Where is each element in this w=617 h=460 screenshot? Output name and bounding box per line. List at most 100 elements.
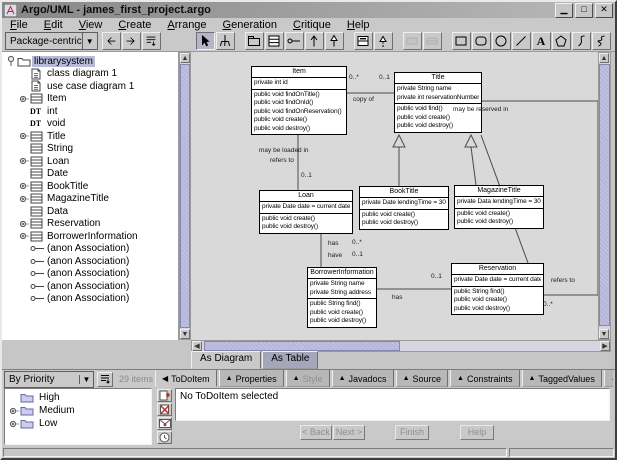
flat-view-button[interactable] — [97, 372, 113, 387]
composition-tool[interactable] — [423, 32, 442, 50]
tab-todoitem[interactable]: ◀ToDoItem — [155, 370, 217, 387]
dependency-tool[interactable] — [305, 32, 324, 50]
diagram-vertical-scrollbar[interactable]: ▲▼ — [598, 52, 611, 340]
tree-item-int[interactable]: DTint — [2, 105, 178, 118]
collapsed-handle-icon[interactable] — [18, 193, 30, 205]
rounded-rectangle-tool[interactable] — [472, 32, 491, 50]
tab-properties[interactable]: ▲Properties — [219, 370, 284, 387]
tab-javadocs[interactable]: ▲Javadocs — [332, 370, 394, 387]
uml-class-loan[interactable]: Loanprivate Date date = current datepubl… — [259, 190, 353, 234]
finish-button[interactable]: Finish — [395, 425, 429, 440]
menu-critique[interactable]: Critique — [285, 19, 339, 31]
perspective-config-icon[interactable] — [142, 32, 161, 50]
next-button[interactable]: Next > — [333, 425, 365, 440]
scribble-tool[interactable] — [592, 32, 611, 50]
collapsed-handle-icon[interactable] — [18, 130, 30, 142]
menu-help[interactable]: Help — [339, 19, 378, 31]
tree-item--anon-association-[interactable]: (anon Association) — [2, 255, 178, 268]
collapsed-handle-icon[interactable] — [18, 218, 30, 230]
uml-class-booktitle[interactable]: BookTitleprivate Date lendingTime = 30pu… — [359, 186, 449, 230]
tab-as-diagram[interactable]: As Diagram — [191, 351, 261, 369]
tree-item-loan[interactable]: Loan — [2, 155, 178, 168]
explorer-scrollbar[interactable]: ▲▼ — [179, 52, 191, 340]
circle-tool[interactable] — [492, 32, 511, 50]
forward-icon[interactable] — [122, 32, 141, 50]
expanded-handle-icon[interactable] — [5, 55, 17, 67]
uml-class-title[interactable]: Titleprivate String nameprivate int rese… — [394, 72, 482, 133]
menu-arrange[interactable]: Arrange — [159, 19, 214, 31]
tree-item-title[interactable]: Title — [2, 130, 178, 143]
tree-item-class-diagram-1[interactable]: class diagram 1 — [2, 68, 178, 81]
generalization-tool[interactable] — [325, 32, 344, 50]
tree-item-item[interactable]: Item — [2, 93, 178, 106]
tree-item--anon-association-[interactable]: (anon Association) — [2, 280, 178, 293]
resolve-todo-icon[interactable] — [157, 403, 172, 416]
association-tool[interactable] — [285, 32, 304, 50]
broom-tool[interactable] — [216, 32, 235, 50]
menu-file[interactable]: File — [2, 19, 36, 31]
select-tool[interactable] — [196, 32, 215, 50]
minimize-icon[interactable]: ▁ — [555, 3, 573, 18]
tab-taggedvalues[interactable]: ▲TaggedValues — [522, 370, 602, 387]
package-tool[interactable] — [245, 32, 264, 50]
text-tool[interactable]: A — [532, 32, 551, 50]
collapsed-handle-icon[interactable] — [18, 230, 30, 242]
realization-tool[interactable] — [374, 32, 393, 50]
back-icon[interactable] — [102, 32, 121, 50]
todo-filter-combobox[interactable]: By Priority ▼ — [4, 371, 94, 388]
menu-view[interactable]: View — [71, 19, 111, 31]
line-tool[interactable] — [512, 32, 531, 50]
scroll-thumb[interactable] — [204, 341, 400, 351]
polygon-tool[interactable] — [552, 32, 571, 50]
tree-item-use-case-diagram-1[interactable]: use case diagram 1 — [2, 80, 178, 93]
tree-item-string[interactable]: String — [2, 143, 178, 156]
menu-create[interactable]: Create — [110, 19, 159, 31]
uml-class-item[interactable]: Itemprivate int idpublic void findOnTitl… — [251, 66, 347, 135]
todo-folder-low[interactable]: Low — [5, 417, 151, 430]
tab-as-table[interactable]: As Table — [262, 351, 318, 369]
tab-style[interactable]: ▲Style — [286, 370, 330, 387]
tree-item-data[interactable]: Data — [2, 205, 178, 218]
scroll-thumb[interactable] — [599, 64, 610, 326]
tab-checklist[interactable]: ▲Checklist — [604, 370, 613, 387]
tree-item-booktitle[interactable]: BookTitle — [2, 180, 178, 193]
new-todo-icon[interactable] — [157, 389, 172, 402]
collapsed-handle-icon[interactable] — [18, 93, 30, 105]
menu-generation[interactable]: Generation — [215, 19, 285, 31]
tree-item-void[interactable]: DTvoid — [2, 118, 178, 131]
tab-scroll-left-icon[interactable]: ◀ — [162, 374, 168, 383]
close-icon[interactable]: ✕ — [595, 3, 613, 18]
scroll-down-icon[interactable]: ▼ — [599, 329, 609, 339]
todo-folder-high[interactable]: High — [5, 391, 151, 404]
collapsed-handle-icon[interactable] — [8, 405, 20, 417]
scroll-left-icon[interactable]: ◀ — [192, 341, 202, 351]
help-button[interactable]: Help — [460, 425, 494, 440]
tab-constraints[interactable]: ▲Constraints — [450, 370, 519, 387]
back-button[interactable]: < Back — [300, 425, 332, 440]
tree-item-magazinetitle[interactable]: MagazineTitle — [2, 193, 178, 206]
tree-item--anon-association-[interactable]: (anon Association) — [2, 268, 178, 281]
diagram-canvas[interactable]: Itemprivate int idpublic void findOnTitl… — [191, 52, 598, 340]
scroll-down-icon[interactable]: ▼ — [180, 329, 190, 339]
uml-class-borrowerinformation[interactable]: BorrowerInformationprivate String namepr… — [307, 267, 377, 328]
scroll-up-icon[interactable]: ▲ — [599, 53, 609, 63]
maximize-icon[interactable]: □ — [575, 3, 593, 18]
aggregation-tool[interactable] — [403, 32, 422, 50]
class-tool[interactable] — [265, 32, 284, 50]
tree-item-borrowerinformation[interactable]: BorrowerInformation — [2, 230, 178, 243]
collapsed-handle-icon[interactable] — [8, 418, 20, 430]
scroll-right-icon[interactable]: ▶ — [600, 341, 610, 351]
tree-item--anon-association-[interactable]: (anon Association) — [2, 293, 178, 306]
todo-folder-medium[interactable]: Medium — [5, 404, 151, 417]
scroll-up-icon[interactable]: ▲ — [180, 53, 190, 63]
uml-class-reservation[interactable]: Reservationprivate Date date = current d… — [451, 263, 544, 315]
tab-source[interactable]: ▲Source — [396, 370, 448, 387]
tree-item-reservation[interactable]: Reservation — [2, 218, 178, 231]
menu-edit[interactable]: Edit — [36, 19, 71, 31]
uml-class-magazinetitle[interactable]: MagazineTitleprivate Data lendingTime = … — [454, 185, 544, 229]
collapsed-handle-icon[interactable] — [18, 155, 30, 167]
spline-tool[interactable] — [572, 32, 591, 50]
class-compartments-tool[interactable] — [354, 32, 373, 50]
perspective-combobox[interactable]: Package-centric ▼ — [5, 32, 98, 50]
rectangle-tool[interactable] — [452, 32, 471, 50]
